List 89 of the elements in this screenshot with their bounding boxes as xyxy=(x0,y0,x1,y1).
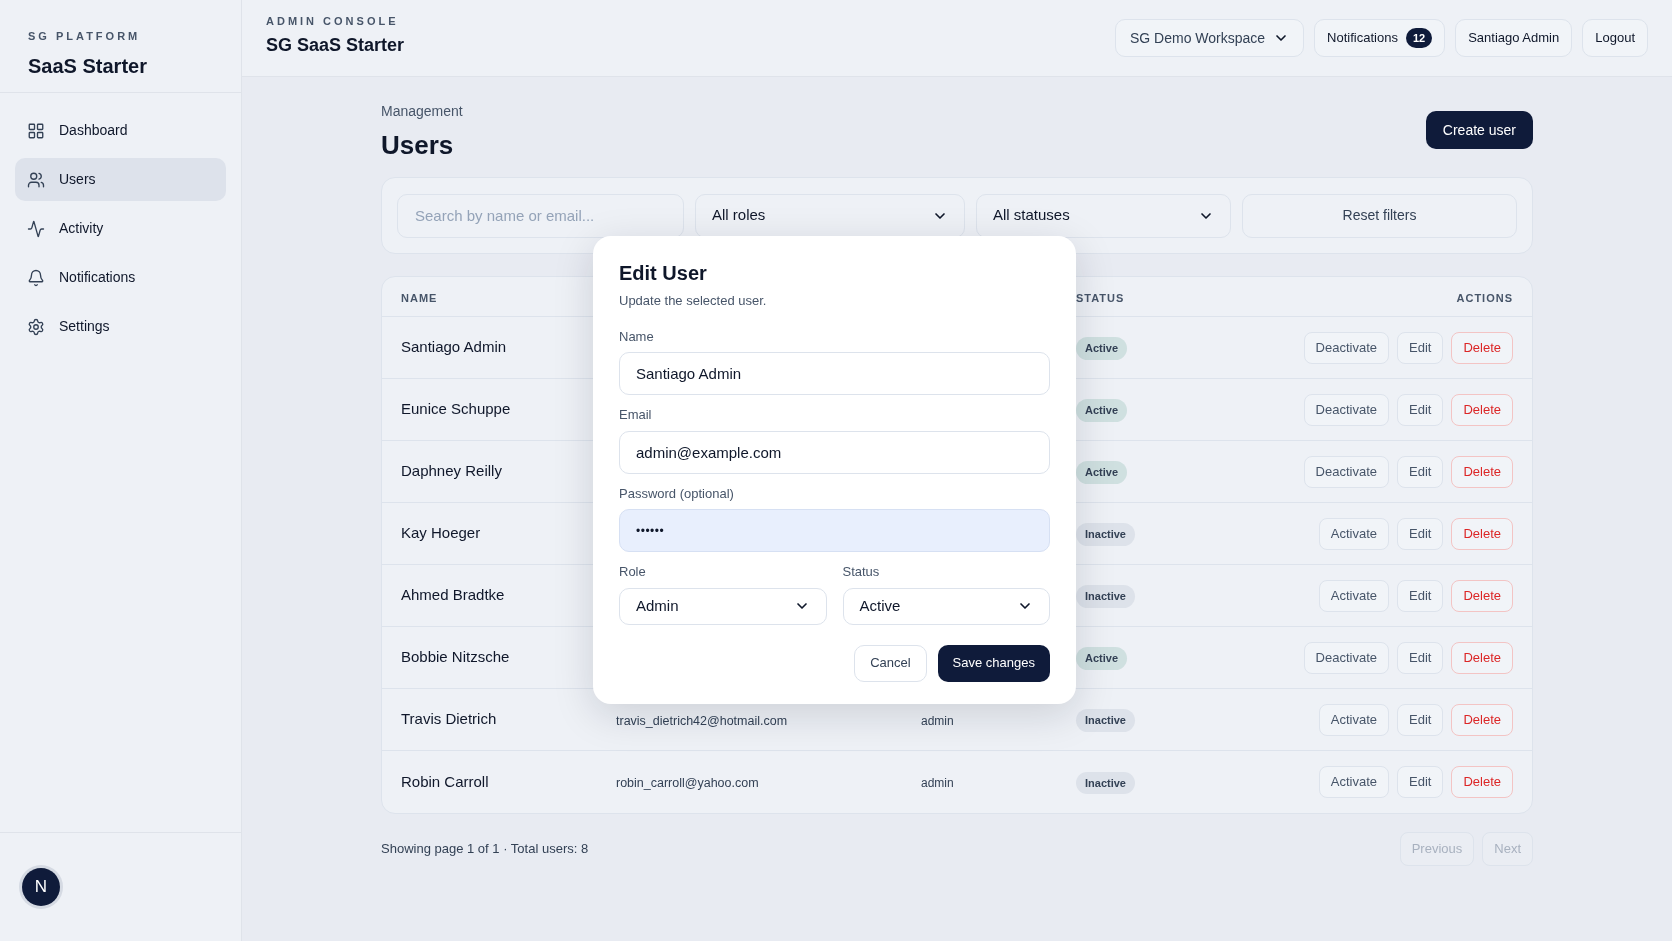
status-toggle-button[interactable]: Deactivate xyxy=(1303,455,1389,488)
column-header: NAME xyxy=(401,291,438,304)
delete-button[interactable]: Delete xyxy=(1451,517,1513,550)
select-field[interactable]: Admin xyxy=(619,587,827,625)
edit-button[interactable]: Edit xyxy=(1397,641,1444,674)
console-title: SG SaaS Starter xyxy=(266,33,405,57)
user-role: admin xyxy=(921,713,954,728)
status-toggle-button[interactable]: Activate xyxy=(1318,766,1389,798)
count-badge: 12 xyxy=(1405,27,1433,49)
delete-button[interactable]: Delete xyxy=(1451,766,1513,798)
user-name: Robin Carroll xyxy=(401,771,490,792)
edit-button[interactable]: Edit xyxy=(1397,517,1444,550)
status-badge: Inactive xyxy=(1076,709,1135,732)
column-header: ACTIONS xyxy=(1456,291,1513,304)
breadcrumb: Management xyxy=(381,102,463,121)
user-name: Daphney Reilly xyxy=(401,461,503,482)
user-name: Travis Dietrich xyxy=(401,709,498,730)
field-label: Role xyxy=(619,563,647,581)
edit-button[interactable]: Edit xyxy=(1397,579,1444,612)
status-toggle-button[interactable]: Activate xyxy=(1318,579,1389,612)
pagination-summary: Showing page 1 of 1 · Total users: 8 xyxy=(381,840,589,859)
sidebar-item[interactable]: Settings xyxy=(15,305,226,348)
reset-filters-button[interactable]: Reset filters xyxy=(1242,193,1517,238)
user-name: Ahmed Bradtke xyxy=(401,585,506,606)
dialog-title: Edit User xyxy=(619,261,708,286)
delete-button[interactable]: Delete xyxy=(1451,393,1513,426)
field-label: Name xyxy=(619,327,655,346)
status-toggle-button[interactable]: Deactivate xyxy=(1303,393,1389,426)
text-field[interactable]: admin@example.com xyxy=(619,430,1050,474)
user-name: Bobbie Nitzsche xyxy=(401,647,511,668)
save-changes-button[interactable]: Save changes xyxy=(937,644,1050,682)
user-role: admin xyxy=(921,776,954,790)
status-badge: Active xyxy=(1076,461,1128,484)
create-user-button[interactable]: Create user xyxy=(1425,111,1533,149)
workspace-select[interactable]: SG Demo Workspace xyxy=(1114,19,1305,57)
status-filter-select[interactable]: All statuses xyxy=(976,193,1231,238)
sidebar-item[interactable]: Dashboard xyxy=(15,109,226,152)
edit-button[interactable]: Edit xyxy=(1397,455,1444,488)
delete-button[interactable]: Delete xyxy=(1451,331,1513,364)
delete-button[interactable]: Delete xyxy=(1451,455,1513,488)
status-toggle-button[interactable]: Deactivate xyxy=(1303,641,1389,674)
sidebar-item[interactable]: Users xyxy=(15,158,226,201)
column-header: STATUS xyxy=(1076,291,1125,304)
edit-button[interactable]: Edit xyxy=(1397,703,1444,736)
role-filter-select[interactable]: All roles xyxy=(695,193,965,238)
status-badge: Active xyxy=(1076,337,1128,360)
dialog-subtitle: Update the selected user. xyxy=(619,292,768,310)
sidebar-item[interactable]: Notifications xyxy=(15,256,226,299)
console-label: ADMIN CONSOLE xyxy=(266,14,400,30)
avatar[interactable]: N xyxy=(22,868,60,906)
cancel-button[interactable]: Cancel xyxy=(854,644,927,682)
bell-icon xyxy=(27,268,45,287)
pulse-icon xyxy=(27,219,45,238)
field-label: Email xyxy=(619,406,653,424)
edit-button[interactable]: Edit xyxy=(1397,766,1444,798)
notifications-button[interactable]: Notifications 12 xyxy=(1314,19,1446,57)
status-badge: Inactive xyxy=(1076,523,1135,546)
status-badge: Inactive xyxy=(1076,771,1135,795)
user-button[interactable]: Santiago Admin xyxy=(1455,19,1573,57)
delete-button[interactable]: Delete xyxy=(1451,641,1513,674)
status-toggle-button[interactable]: Deactivate xyxy=(1303,331,1389,364)
status-toggle-button[interactable]: Activate xyxy=(1318,703,1389,736)
platform-label: SG PLATFORM xyxy=(28,29,142,44)
field-label: Password (optional) xyxy=(619,484,735,503)
user-name: Eunice Schuppe xyxy=(401,399,512,420)
search-field[interactable]: Search by name or email... xyxy=(397,193,684,238)
password-field[interactable]: •••••• xyxy=(619,509,1050,552)
sidebar-item[interactable]: Activity xyxy=(15,207,226,250)
grid-icon xyxy=(27,121,45,140)
user-email: robin_carroll@yahoo.com xyxy=(616,776,759,790)
user-email: travis_dietrich42@hotmail.com xyxy=(616,713,788,728)
text-field[interactable]: Santiago Admin xyxy=(619,352,1050,395)
status-badge: Active xyxy=(1076,399,1128,422)
delete-button[interactable]: Delete xyxy=(1451,579,1513,612)
app-title: SaaS Starter xyxy=(28,53,148,79)
status-badge: Active xyxy=(1076,647,1128,670)
edit-button[interactable]: Edit xyxy=(1397,393,1444,426)
page-title: Users xyxy=(381,129,455,162)
status-badge: Inactive xyxy=(1076,585,1135,608)
user-name: Kay Hoeger xyxy=(401,523,482,544)
delete-button[interactable]: Delete xyxy=(1451,703,1513,736)
logout-button[interactable]: Logout xyxy=(1582,19,1648,57)
users-icon xyxy=(27,170,45,189)
field-label: Status xyxy=(842,563,881,581)
select-field[interactable]: Active xyxy=(842,587,1050,625)
settings-icon xyxy=(27,317,45,336)
user-name: Santiago Admin xyxy=(401,337,508,358)
edit-button[interactable]: Edit xyxy=(1397,331,1444,364)
status-toggle-button[interactable]: Activate xyxy=(1318,517,1389,550)
